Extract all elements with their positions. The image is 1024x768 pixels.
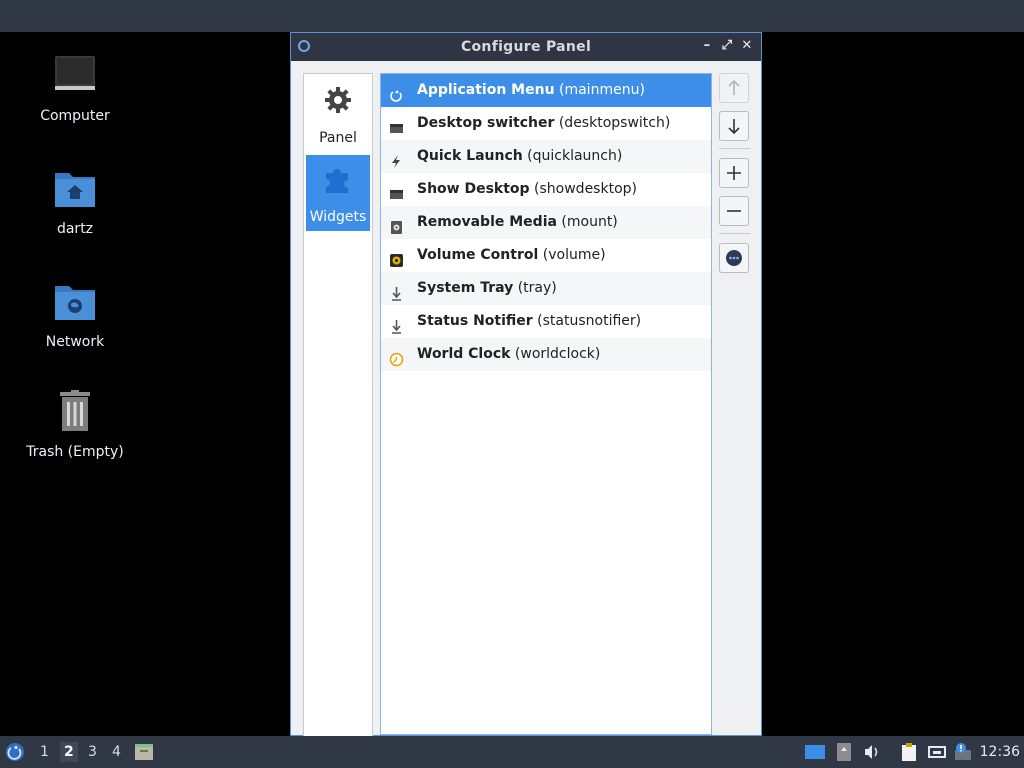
lightning-icon xyxy=(389,149,404,168)
network-tray-button[interactable] xyxy=(927,742,947,762)
widget-id: (mount) xyxy=(561,214,618,230)
app-menu-icon xyxy=(6,743,24,761)
status-notifier-icon xyxy=(389,314,404,334)
remove-widget-button[interactable] xyxy=(719,196,749,226)
widget-id: (quicklaunch) xyxy=(527,148,623,164)
widget-name: System Tray xyxy=(417,280,514,296)
widget-id: (worldclock) xyxy=(514,346,601,362)
widget-row-worldclock[interactable]: World Clock (worldclock) xyxy=(381,338,711,371)
widget-row-mainmenu[interactable]: Application Menu (mainmenu) xyxy=(381,74,711,107)
widget-id: (tray) xyxy=(517,280,557,296)
trash-icon xyxy=(51,390,99,438)
monitor-icon xyxy=(51,54,99,102)
desktop-icon-network[interactable]: Network xyxy=(15,280,135,350)
plus-icon xyxy=(727,166,741,180)
world-clock-icon xyxy=(389,347,404,367)
network-folder-icon xyxy=(51,280,99,328)
widget-row-quicklaunch[interactable]: Quick Launch (quicklaunch) xyxy=(381,140,711,173)
removable-media-icon xyxy=(389,215,404,234)
widget-name: Application Menu xyxy=(417,82,555,98)
add-widget-button[interactable] xyxy=(719,158,749,188)
clock[interactable]: 12:36 xyxy=(980,744,1020,760)
desktop-icon-computer[interactable]: Computer xyxy=(15,54,135,124)
widget-row-mount[interactable]: Removable Media (mount) xyxy=(381,206,711,239)
arrow-down-icon xyxy=(728,119,740,135)
widget-row-showdesktop[interactable]: Show Desktop (showdesktop) xyxy=(381,173,711,206)
widget-row-statusnotifier[interactable]: Status Notifier (statusnotifier) xyxy=(381,305,711,338)
widget-name: Removable Media xyxy=(417,214,557,230)
widget-name: Volume Control xyxy=(417,247,539,263)
puzzle-icon xyxy=(322,163,354,195)
window-titlebar[interactable]: Configure Panel – ⤢ ✕ xyxy=(291,33,761,61)
clipboard-tray-button[interactable] xyxy=(899,742,919,762)
gear-icon xyxy=(322,84,354,116)
window-body: Panel Widgets Application Menu (mainmenu… xyxy=(291,61,761,737)
widget-id: (statusnotifier) xyxy=(537,313,642,329)
desktop-1-button[interactable]: 1 xyxy=(40,744,49,760)
window-icon xyxy=(805,745,825,759)
move-up-button[interactable] xyxy=(719,73,749,103)
show-desktop-button[interactable] xyxy=(134,742,154,762)
widget-id: (mainmenu) xyxy=(559,82,645,98)
widget-name: Quick Launch xyxy=(417,148,523,164)
minus-icon xyxy=(727,210,741,212)
desktop-3-button[interactable]: 3 xyxy=(88,744,97,760)
widget-id: (showdesktop) xyxy=(534,181,637,197)
minimize-button[interactable]: – xyxy=(699,38,715,54)
widget-name: World Clock xyxy=(417,346,511,362)
show-desktop-icon xyxy=(389,182,404,199)
network-wired-icon xyxy=(928,746,946,758)
update-notifier-button[interactable] xyxy=(953,742,973,762)
speaker-icon xyxy=(865,745,878,759)
desktop-icon-label: Trash (Empty) xyxy=(26,444,124,460)
widget-row-volume[interactable]: Volume Control (volume) xyxy=(381,239,711,272)
maximize-button[interactable]: ⤢ xyxy=(719,38,735,54)
desktop-2-button[interactable]: 2 xyxy=(60,742,78,762)
volume-tray-button[interactable] xyxy=(862,742,882,762)
desktop-switcher-icon xyxy=(389,116,404,133)
move-down-button[interactable] xyxy=(719,111,749,141)
desktop-icon-trash[interactable]: Trash (Empty) xyxy=(15,390,135,460)
desktop-icon-label: dartz xyxy=(56,221,94,237)
tray-icon xyxy=(389,281,404,301)
app-menu-icon xyxy=(389,83,404,102)
removable-media-tray-button[interactable] xyxy=(834,742,854,762)
widget-id: (volume) xyxy=(542,247,606,263)
taskbar: 1 2 3 4 12:36 xyxy=(0,736,1024,768)
configure-panel-window: Configure Panel – ⤢ ✕ Panel Widgets Appl… xyxy=(290,32,762,737)
widget-row-tray[interactable]: System Tray (tray) xyxy=(381,272,711,305)
desktop-icon-label: Computer xyxy=(40,108,110,124)
widget-row-desktopswitch[interactable]: Desktop switcher (desktopswitch) xyxy=(381,107,711,140)
removable-media-icon xyxy=(837,743,851,761)
clipboard-icon xyxy=(902,743,916,761)
info-monitor-icon xyxy=(955,743,971,760)
widget-name: Show Desktop xyxy=(417,181,530,197)
window-preview-button[interactable] xyxy=(805,742,825,762)
separator xyxy=(719,148,750,149)
desktop-icon-home-folder[interactable]: dartz xyxy=(15,167,135,237)
desktop-icon-label: Network xyxy=(45,334,105,350)
volume-icon xyxy=(389,248,404,267)
home-folder-icon xyxy=(51,167,99,215)
page-list: Panel Widgets xyxy=(303,73,373,737)
page-label: Panel xyxy=(319,130,357,146)
page-widgets[interactable]: Widgets xyxy=(306,155,370,231)
top-strip xyxy=(0,0,1024,32)
widget-list[interactable]: Application Menu (mainmenu) Desktop swit… xyxy=(380,73,712,735)
window-title: Configure Panel xyxy=(460,39,592,55)
widget-name: Status Notifier xyxy=(417,313,533,329)
close-button[interactable]: ✕ xyxy=(739,38,755,54)
page-panel[interactable]: Panel xyxy=(306,76,370,152)
widget-name: Desktop switcher xyxy=(417,115,555,131)
configure-widget-button[interactable] xyxy=(719,243,749,273)
more-options-icon xyxy=(726,250,742,266)
show-desktop-icon xyxy=(135,744,153,760)
main-menu-button[interactable] xyxy=(5,742,25,762)
widget-id: (desktopswitch) xyxy=(558,115,671,131)
desktop-4-button[interactable]: 4 xyxy=(112,744,121,760)
arrow-up-icon xyxy=(728,79,740,95)
separator xyxy=(719,233,750,234)
page-label: Widgets xyxy=(309,209,367,225)
